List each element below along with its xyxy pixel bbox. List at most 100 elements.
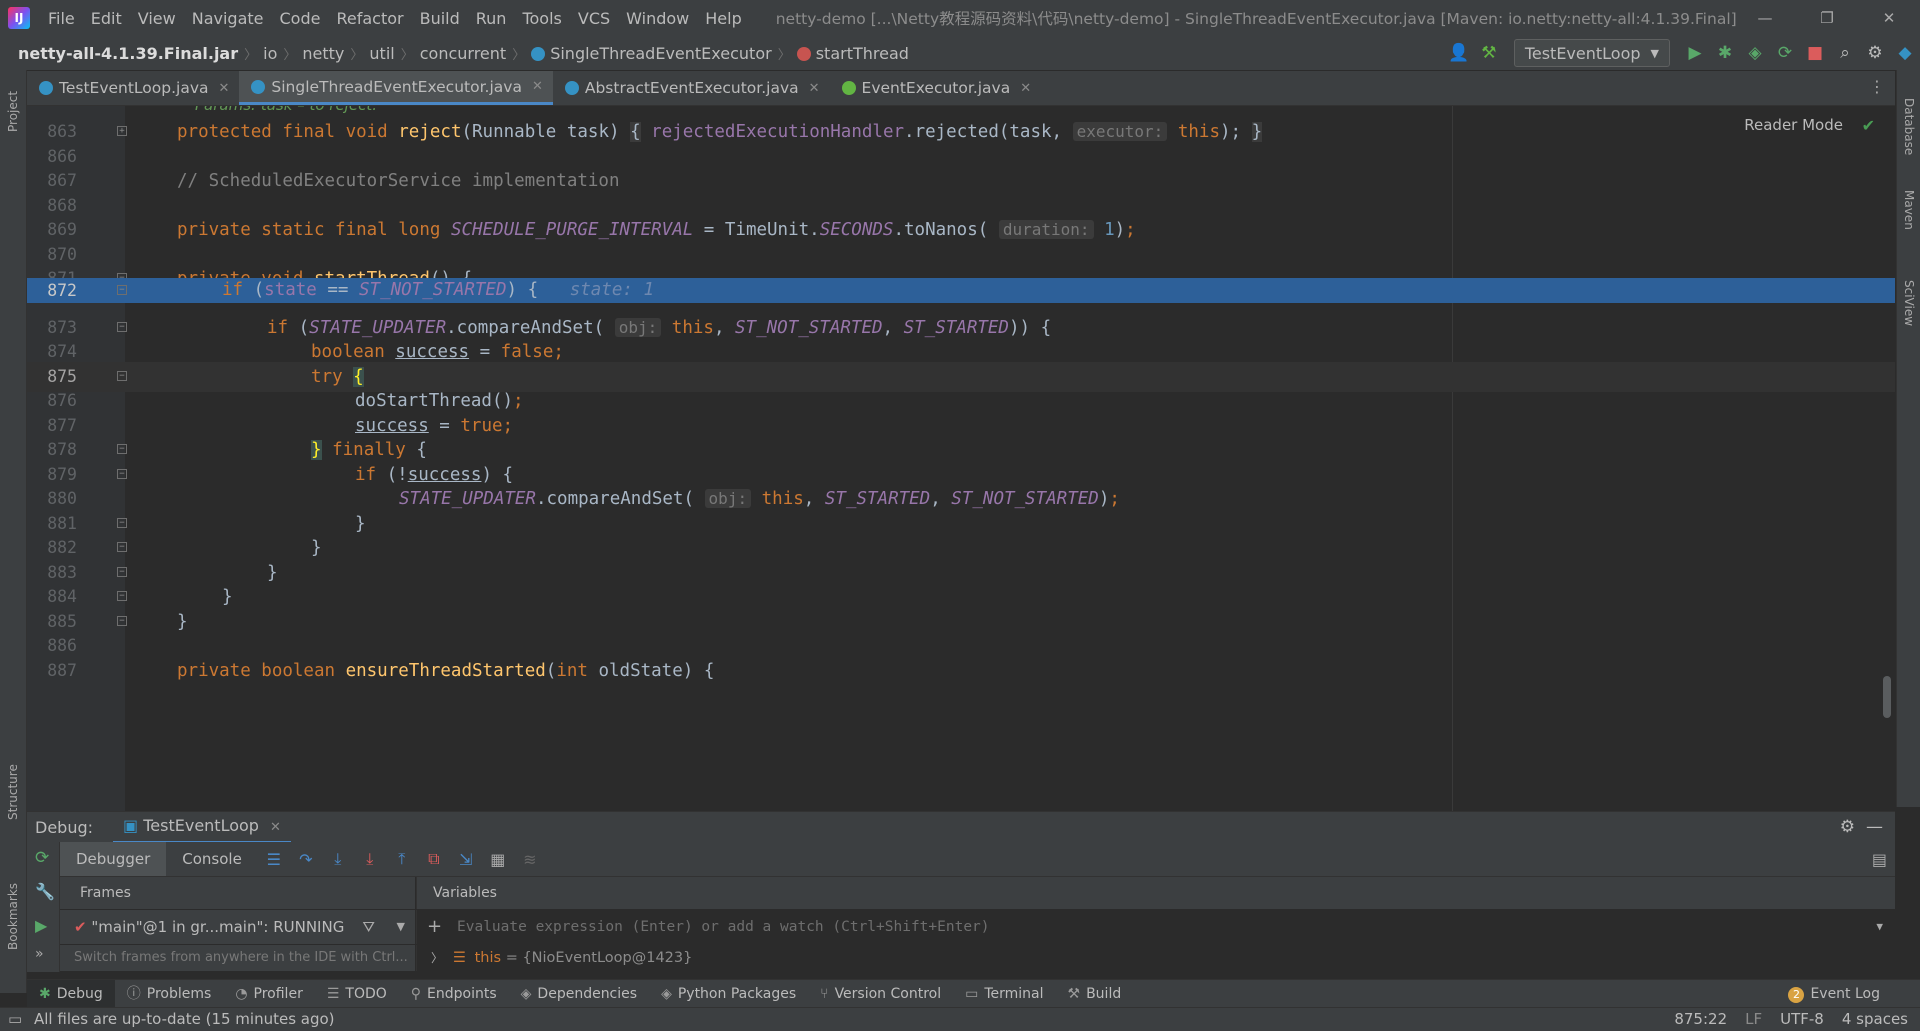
stop-icon[interactable]: ■ xyxy=(1800,43,1830,63)
tool-tab-problems[interactable]: ⓘ Problems xyxy=(115,980,224,1008)
tool-tab-python-packages[interactable]: ◈ Python Packages xyxy=(649,980,808,1008)
tool-tab-terminal[interactable]: ▭ Terminal xyxy=(953,980,1055,1008)
crumb-concurrent[interactable]: concurrent xyxy=(416,44,510,63)
debug-icon[interactable]: ✱ xyxy=(1710,43,1740,63)
menu-vcs[interactable]: VCS xyxy=(570,9,618,28)
fold-minus-icon[interactable]: − xyxy=(117,322,127,332)
more-tabs-icon[interactable]: ⋮ xyxy=(1869,77,1885,96)
close-tab-icon[interactable]: ✕ xyxy=(809,81,820,96)
gear-icon[interactable]: ⚙ xyxy=(1840,817,1855,837)
tool-tab-version-control[interactable]: ⑂ Version Control xyxy=(808,980,953,1008)
debug-session-tab[interactable]: ▣ TestEventLoop ✕ xyxy=(113,812,291,843)
tab-debugger[interactable]: Debugger xyxy=(60,842,167,876)
expand-arrow-icon[interactable]: 〉 xyxy=(431,945,443,971)
close-tab-icon[interactable]: ✕ xyxy=(219,81,230,96)
wrench-icon[interactable]: 🔧 xyxy=(35,882,55,901)
user-icon[interactable]: 👤 xyxy=(1444,43,1474,63)
tool-tab-debug[interactable]: ✱ Debug xyxy=(27,980,115,1008)
add-watch-icon[interactable]: + xyxy=(427,910,442,944)
fold-end-icon[interactable]: − xyxy=(117,616,127,626)
step-over-icon[interactable]: ↷ xyxy=(290,850,322,869)
line-separator[interactable]: LF xyxy=(1745,1008,1762,1031)
rerun-icon[interactable]: ⟳ xyxy=(35,848,49,868)
fold-minus-icon[interactable]: − xyxy=(117,469,127,479)
search-icon[interactable]: ⌕ xyxy=(1830,43,1860,63)
fold-minus-icon[interactable]: − xyxy=(117,371,127,381)
tool-tab-todo[interactable]: ☰ TODO xyxy=(315,980,399,1008)
tool-tab-endpoints[interactable]: ⚲ Endpoints xyxy=(399,980,509,1008)
drop-frame-icon[interactable]: ⧉ xyxy=(418,849,450,869)
menu-file[interactable]: File xyxy=(40,9,83,28)
profile-icon[interactable]: ⟳ xyxy=(1770,43,1800,63)
run-to-cursor-icon[interactable]: ⇲ xyxy=(450,850,482,869)
restore-icon[interactable]: ❐ xyxy=(1796,0,1858,36)
crumb-class[interactable]: SingleThreadEventExecutor xyxy=(527,44,775,63)
minimize-icon[interactable]: — xyxy=(1734,0,1796,36)
project-tool-button[interactable]: Project xyxy=(6,91,20,132)
fold-end-icon[interactable]: − xyxy=(117,567,127,577)
menu-navigate[interactable]: Navigate xyxy=(184,9,272,28)
chevron-down-icon[interactable]: ▼ xyxy=(1876,910,1883,944)
tool-tab-profiler[interactable]: ◔ Profiler xyxy=(223,980,315,1008)
step-out-icon[interactable]: ⤒ xyxy=(386,849,418,869)
close-window-icon[interactable]: ✕ xyxy=(1858,0,1920,36)
thread-selector[interactable]: ✔ "main"@1 in gr...main": RUNNING ⛛ ▼ xyxy=(60,910,415,944)
more-icon[interactable]: » xyxy=(35,946,44,962)
run-icon[interactable]: ▶ xyxy=(1680,43,1710,63)
restore-layout-icon[interactable]: ▤ xyxy=(1872,850,1887,869)
run-configuration-select[interactable]: TestEventLoop ▼ xyxy=(1513,39,1670,67)
structure-tool-button[interactable]: Structure xyxy=(6,764,20,820)
menu-help[interactable]: Help xyxy=(697,9,749,28)
crumb-io[interactable]: io xyxy=(259,44,281,63)
vertical-scrollbar[interactable] xyxy=(1883,676,1891,718)
evaluate-icon[interactable]: ▦ xyxy=(482,850,514,869)
bookmarks-tool-button[interactable]: Bookmarks xyxy=(6,883,20,950)
trace-icon[interactable]: ≋ xyxy=(514,850,546,869)
menu-refactor[interactable]: Refactor xyxy=(328,9,411,28)
maven-tool-button[interactable]: Maven xyxy=(1902,190,1916,230)
tab-eventexecutor[interactable]: EventExecutor.java ✕ xyxy=(830,71,1042,105)
plugin-icon[interactable]: ◆ xyxy=(1890,43,1920,63)
tab-singlethreadeventexecutor[interactable]: SingleThreadEventExecutor.java ✕ xyxy=(239,71,553,105)
menu-run[interactable]: Run xyxy=(468,9,515,28)
sciview-tool-button[interactable]: SciView xyxy=(1902,280,1916,326)
code-editor[interactable]: Params: task – to reject. Reader Mode ✔ … xyxy=(27,106,1895,811)
database-tool-button[interactable]: Database xyxy=(1902,98,1916,155)
menu-code[interactable]: Code xyxy=(272,9,329,28)
hammer-build-icon[interactable]: ⚒ xyxy=(1474,43,1504,63)
filter-icon[interactable]: ⛛ xyxy=(362,910,375,944)
crumb-method[interactable]: startThread xyxy=(793,44,913,63)
crumb-jar[interactable]: netty-all-4.1.39.Final.jar xyxy=(14,44,242,63)
fold-end-icon[interactable]: − xyxy=(117,444,127,454)
layout-toggle-icon[interactable]: ▭ xyxy=(8,1008,22,1031)
coverage-icon[interactable]: ◈ xyxy=(1740,43,1770,63)
caret-position[interactable]: 875:22 xyxy=(1674,1008,1727,1031)
tab-abstracteventexecutor[interactable]: AbstractEventExecutor.java ✕ xyxy=(553,71,830,105)
close-tab-icon[interactable]: ✕ xyxy=(1020,81,1031,96)
fold-end-icon[interactable]: − xyxy=(117,542,127,552)
gear-icon[interactable]: ⚙ xyxy=(1860,43,1890,63)
fold-plus-icon[interactable]: + xyxy=(117,126,127,136)
close-session-icon[interactable]: ✕ xyxy=(270,820,281,835)
tool-tab-build[interactable]: ⚒ Build xyxy=(1056,980,1134,1008)
variable-row[interactable]: 〉 ☰ this = {NioEventLoop@1423} xyxy=(416,945,1895,971)
hide-panel-icon[interactable]: — xyxy=(1866,817,1883,837)
close-tab-icon[interactable]: ✕ xyxy=(532,79,543,94)
crumb-util[interactable]: util xyxy=(365,44,398,63)
menu-build[interactable]: Build xyxy=(412,9,468,28)
menu-view[interactable]: View xyxy=(130,9,184,28)
fold-minus-icon[interactable]: − xyxy=(117,285,127,295)
menu-tools[interactable]: Tools xyxy=(514,9,569,28)
step-into-icon[interactable]: ⤓ xyxy=(322,849,354,869)
chevron-down-icon[interactable]: ▼ xyxy=(397,910,405,944)
status-message[interactable]: All files are up-to-date (15 minutes ago… xyxy=(34,1008,335,1031)
tool-tab-dependencies[interactable]: ◈ Dependencies xyxy=(509,980,649,1008)
event-log-button[interactable]: 2 Event Log xyxy=(1788,980,1880,1008)
fold-end-icon[interactable]: − xyxy=(117,518,127,528)
force-step-into-icon[interactable]: ⤓ xyxy=(354,849,386,869)
evaluate-expression-input[interactable]: + Evaluate expression (Enter) or add a w… xyxy=(416,910,1895,944)
file-encoding[interactable]: UTF-8 xyxy=(1780,1008,1824,1031)
fold-end-icon[interactable]: − xyxy=(117,591,127,601)
menu-edit[interactable]: Edit xyxy=(83,9,130,28)
menu-window[interactable]: Window xyxy=(618,9,697,28)
